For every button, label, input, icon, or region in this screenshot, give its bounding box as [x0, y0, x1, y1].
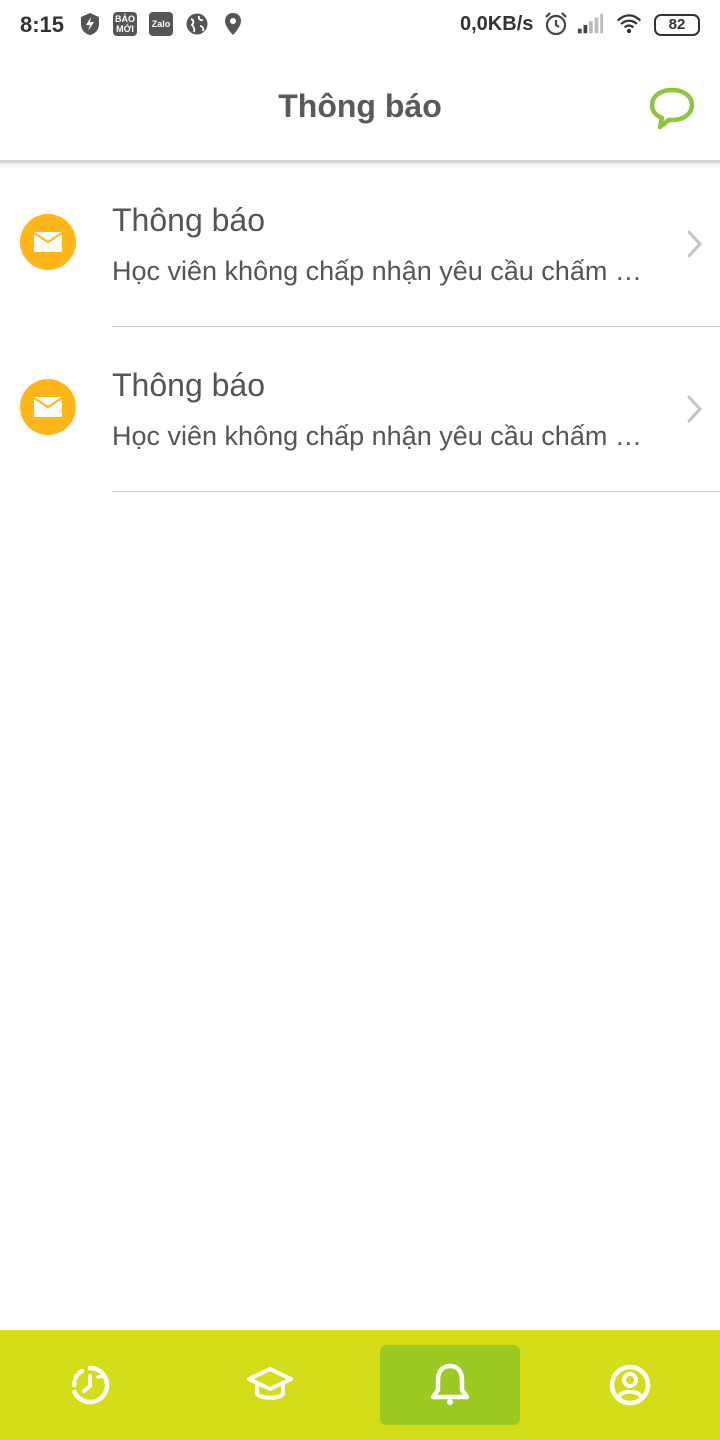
- list-divider: [112, 491, 720, 492]
- chat-bubble-icon: [649, 87, 695, 130]
- notification-body: Học viên không chấp nhận yêu cầu chấm cô…: [112, 421, 652, 451]
- chevron-right-icon: [680, 228, 708, 260]
- globe-icon: [184, 11, 210, 37]
- wifi-icon: [616, 11, 642, 37]
- notification-item[interactable]: Thông báo Học viên không chấp nhận yêu c…: [0, 327, 720, 492]
- chevron-right-icon: [680, 393, 708, 425]
- notification-avatar: [20, 214, 76, 270]
- chat-button[interactable]: [646, 84, 698, 134]
- nav-tab-courses[interactable]: [180, 1330, 360, 1440]
- envelope-icon: [34, 397, 62, 417]
- notification-avatar: [20, 379, 76, 435]
- notification-item[interactable]: Thông báo Học viên không chấp nhận yêu c…: [0, 162, 720, 327]
- status-time: 8:15: [20, 12, 65, 37]
- battery-indicator: 82: [654, 14, 700, 36]
- bell-icon: [430, 1363, 470, 1405]
- zalo-label: Zalo: [151, 19, 171, 29]
- alarm-icon: [543, 11, 569, 37]
- zalo-app-icon: Zalo: [148, 11, 174, 37]
- envelope-icon: [34, 232, 62, 252]
- app-header: Thông báo: [0, 52, 720, 160]
- status-bar: 8:15 BÁO MỚI Zalo 0,0KB/s 82: [0, 0, 720, 52]
- bao-moi-label-top: BÁO: [115, 14, 135, 24]
- network-speed: 0,0KB/s: [460, 13, 534, 35]
- nav-tab-schedule[interactable]: [0, 1330, 180, 1440]
- notification-title: Thông báo: [112, 202, 266, 238]
- bao-moi-label-bottom: MỚI: [116, 24, 134, 34]
- graduation-cap-icon: [247, 1367, 293, 1400]
- notification-body: Học viên không chấp nhận yêu cầu chấm cô…: [112, 256, 652, 286]
- location-pin-icon: [220, 11, 246, 37]
- shield-bolt-icon: [77, 11, 103, 37]
- clock-history-icon: [71, 1365, 110, 1405]
- signal-icon: [577, 11, 603, 37]
- page-title: Thông báo: [278, 88, 442, 124]
- bottom-navigation: [0, 1330, 720, 1440]
- nav-tab-notifications[interactable]: [360, 1330, 540, 1440]
- bao-moi-app-icon: BÁO MỚI: [112, 11, 138, 37]
- nav-tab-profile[interactable]: [540, 1330, 720, 1440]
- user-profile-icon: [609, 1364, 651, 1406]
- notification-title: Thông báo: [112, 367, 266, 403]
